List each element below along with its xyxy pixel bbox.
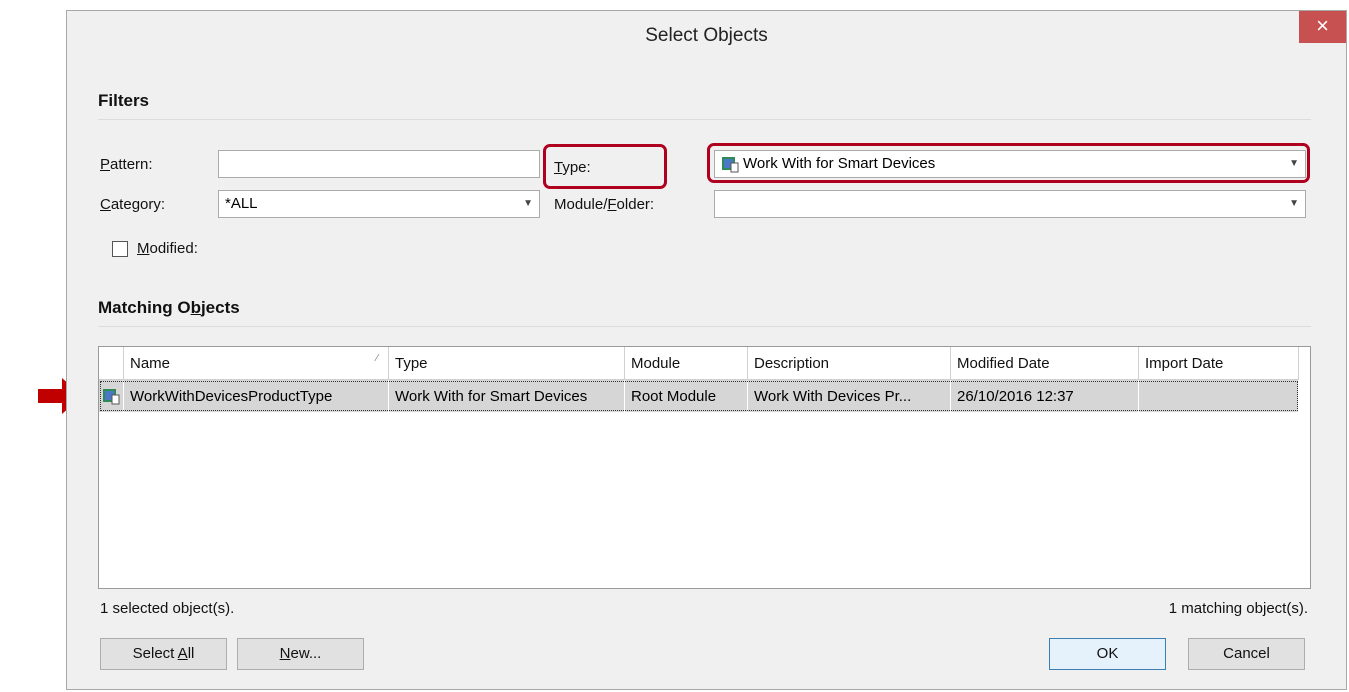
close-button[interactable]: ×: [1299, 11, 1346, 43]
column-header-module[interactable]: Module: [624, 347, 748, 380]
cancel-button[interactable]: Cancel: [1188, 638, 1305, 670]
row-icon-cell: [99, 379, 124, 412]
table-row[interactable]: WorkWithDevicesProductType Work With for…: [99, 379, 1299, 412]
ok-button[interactable]: OK: [1049, 638, 1166, 670]
cell-name: WorkWithDevicesProductType: [123, 379, 389, 412]
cell-type: Work With for Smart Devices: [388, 379, 625, 412]
category-label: Category:: [100, 196, 166, 213]
dialog-title: Select Objects: [645, 25, 768, 46]
close-icon: ×: [1316, 13, 1329, 38]
module-folder-label: Module/Folder:: [554, 196, 655, 213]
new-button[interactable]: New...: [237, 638, 364, 670]
cell-module: Root Module: [624, 379, 748, 412]
selected-count-status: 1 selected object(s).: [100, 600, 235, 617]
category-select-value: *ALL: [225, 195, 258, 212]
matching-count-status: 1 matching object(s).: [1168, 600, 1308, 617]
column-header-description[interactable]: Description: [747, 347, 951, 380]
module-folder-select[interactable]: ▼: [714, 190, 1306, 218]
pattern-label: Pattern:: [100, 156, 153, 173]
matching-objects-title: Matching Objects: [98, 298, 240, 317]
modified-label: Modified:: [137, 240, 198, 257]
select-all-button[interactable]: Select All: [100, 638, 227, 670]
grid-header-row: Name ⁄ Type Module Description Modified D…: [99, 347, 1299, 380]
select-objects-dialog: Select Objects × Filters Pattern: Type: …: [66, 10, 1347, 690]
filters-title: Filters: [98, 91, 150, 110]
grid-icon-column-header: [99, 347, 124, 380]
chevron-down-icon: ▼: [523, 198, 533, 209]
category-select[interactable]: *ALL ▼: [218, 190, 540, 218]
column-header-type[interactable]: Type: [388, 347, 625, 380]
matching-divider: [98, 326, 1311, 327]
type-label: Type:: [554, 159, 591, 176]
work-with-devices-icon: [103, 389, 120, 405]
pattern-input[interactable]: [218, 150, 540, 178]
cell-modified-date: 26/10/2016 12:37: [950, 379, 1139, 412]
column-header-name[interactable]: Name ⁄: [123, 347, 389, 380]
matching-objects-grid: Name ⁄ Type Module Description Modified D…: [98, 346, 1311, 589]
chevron-down-icon: ▼: [1289, 198, 1299, 209]
cell-description: Work With Devices Pr...: [747, 379, 951, 412]
type-select-highlight: [707, 143, 1310, 183]
sort-icon: ⁄: [376, 353, 378, 364]
dialog-titlebar: Select Objects: [67, 11, 1346, 61]
column-header-modified-date[interactable]: Modified Date: [950, 347, 1139, 380]
filters-divider: [98, 119, 1311, 120]
modified-checkbox[interactable]: [112, 241, 128, 257]
column-header-import-date[interactable]: Import Date: [1138, 347, 1299, 380]
cell-import-date: [1138, 379, 1299, 412]
